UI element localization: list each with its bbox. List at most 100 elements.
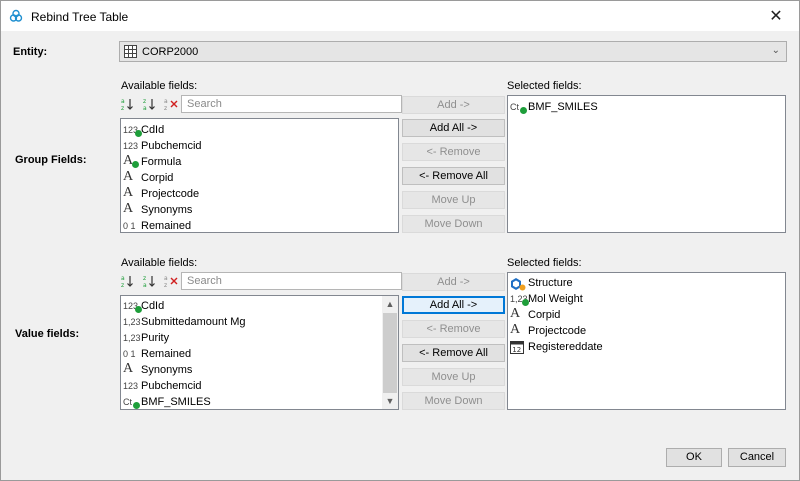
value-available-list[interactable]: 123 CdId 1,23 Submittedamount Mg 1,23 Pu… bbox=[120, 295, 399, 410]
numeric-icon: 123 bbox=[123, 141, 139, 151]
list-item[interactable]: 123 Pubchemcid bbox=[123, 138, 386, 154]
value-remove-button[interactable]: <- Remove bbox=[402, 320, 505, 338]
scroll-down-icon[interactable]: ▼ bbox=[382, 393, 398, 409]
svg-text:z: z bbox=[164, 105, 167, 111]
group-available-list[interactable]: 123 CdId 123 Pubchemcid A Formula A Corp… bbox=[120, 118, 399, 233]
boolean-icon: 0 1 bbox=[123, 221, 136, 231]
list-item[interactable]: Ct BMF_SMILES bbox=[510, 99, 773, 115]
entity-label: Entity: bbox=[13, 46, 48, 58]
list-item[interactable]: A Projectcode bbox=[123, 185, 386, 202]
sort-ascending-icon[interactable]: a z bbox=[121, 274, 135, 288]
value-move-down-button[interactable]: Move Down bbox=[402, 392, 505, 410]
group-add-button[interactable]: Add -> bbox=[402, 96, 505, 114]
entity-select[interactable]: CORP2000 ⌄ bbox=[119, 41, 787, 62]
group-move-down-button[interactable]: Move Down bbox=[402, 215, 505, 233]
close-button[interactable]: ✕ bbox=[753, 1, 799, 31]
text-icon: A bbox=[123, 169, 134, 184]
value-selected-list[interactable]: Structure 1,23 Mol Weight A Corpid A Pro… bbox=[507, 272, 786, 410]
list-item[interactable]: 1,23 Mol Weight bbox=[510, 291, 773, 307]
title-bar: Rebind Tree Table ✕ bbox=[1, 1, 799, 31]
ok-button[interactable]: OK bbox=[666, 448, 722, 467]
sort-descending-icon[interactable]: z a bbox=[143, 274, 157, 288]
scroll-thumb[interactable] bbox=[383, 313, 397, 393]
table-grid-icon bbox=[124, 45, 137, 58]
boolean-icon: 0 1 bbox=[123, 349, 136, 359]
list-item[interactable]: A Projectcode bbox=[510, 322, 773, 339]
cancel-button[interactable]: Cancel bbox=[728, 448, 786, 467]
svg-text:12: 12 bbox=[512, 346, 521, 354]
value-search-input[interactable] bbox=[181, 272, 402, 290]
text-icon: A bbox=[510, 306, 521, 321]
close-icon: ✕ bbox=[769, 8, 783, 25]
list-item[interactable]: A Formula bbox=[123, 153, 386, 170]
app-logo-icon bbox=[9, 9, 23, 22]
list-item[interactable]: A Corpid bbox=[510, 306, 773, 323]
chevron-down-icon: ⌄ bbox=[771, 45, 780, 56]
numeric-key-icon: 123 bbox=[123, 125, 142, 137]
svg-text:a: a bbox=[121, 98, 125, 105]
svg-text:a: a bbox=[164, 275, 168, 282]
sort-descending-icon[interactable]: z a bbox=[143, 97, 157, 111]
numeric-icon: 123 bbox=[123, 381, 139, 391]
clear-sort-icon[interactable]: a z bbox=[164, 97, 178, 111]
svg-text:z: z bbox=[121, 105, 124, 111]
chemterm-key-icon: Ct bbox=[123, 397, 141, 409]
decimal-key-icon: 1,23 bbox=[510, 294, 529, 306]
value-add-button[interactable]: Add -> bbox=[402, 273, 505, 291]
text-icon: A bbox=[123, 201, 134, 216]
date-icon: 12 bbox=[510, 339, 528, 355]
value-available-label: Available fields: bbox=[121, 257, 198, 269]
clear-sort-icon[interactable]: a z bbox=[164, 274, 178, 288]
group-search-input[interactable] bbox=[181, 95, 402, 113]
svg-text:z: z bbox=[143, 98, 146, 105]
group-remove-all-button[interactable]: <- Remove All bbox=[402, 167, 505, 185]
group-selected-list[interactable]: Ct BMF_SMILES bbox=[507, 95, 786, 233]
decimal-icon: 1,23 bbox=[123, 333, 141, 343]
svg-text:z: z bbox=[121, 282, 124, 288]
list-item[interactable]: 123 CdId bbox=[123, 122, 386, 138]
entity-value: CORP2000 bbox=[142, 46, 199, 58]
text-icon: A bbox=[123, 185, 134, 200]
value-toolbar: a z z a a z bbox=[121, 272, 402, 290]
svg-text:a: a bbox=[121, 275, 125, 282]
sort-ascending-icon[interactable]: a z bbox=[121, 97, 135, 111]
svg-text:a: a bbox=[143, 105, 147, 111]
scroll-up-icon[interactable]: ▲ bbox=[382, 296, 398, 312]
group-fields-label: Group Fields: bbox=[15, 154, 87, 166]
text-icon: A bbox=[123, 361, 134, 376]
text-icon: A bbox=[510, 322, 521, 337]
group-add-all-button[interactable]: Add All -> bbox=[402, 119, 505, 137]
list-item[interactable]: Ct BMF_SMILES bbox=[123, 394, 378, 409]
group-move-up-button[interactable]: Move Up bbox=[402, 191, 505, 209]
list-item[interactable]: 123 CdId bbox=[123, 298, 378, 314]
list-item[interactable]: 12 Registereddate bbox=[510, 339, 773, 355]
list-item[interactable]: 1,23 Submittedamount Mg bbox=[123, 314, 378, 330]
group-selected-label: Selected fields: bbox=[507, 80, 582, 92]
value-add-all-button[interactable]: Add All -> bbox=[402, 296, 505, 314]
decimal-icon: 1,23 bbox=[123, 317, 141, 327]
svg-text:z: z bbox=[164, 282, 167, 288]
svg-text:a: a bbox=[164, 98, 168, 105]
list-item[interactable]: 0 1 Remained bbox=[123, 346, 378, 362]
list-item[interactable]: A Synonyms bbox=[123, 361, 378, 378]
value-move-up-button[interactable]: Move Up bbox=[402, 368, 505, 386]
list-item[interactable]: 0 1 Remained bbox=[123, 218, 386, 232]
list-item[interactable]: 123 Pubchemcid bbox=[123, 378, 378, 394]
list-item[interactable]: A Synonyms bbox=[123, 201, 386, 218]
chemterm-key-icon: Ct bbox=[510, 102, 528, 114]
group-toolbar: a z z a a z bbox=[121, 95, 402, 113]
svg-text:z: z bbox=[143, 275, 146, 282]
list-item[interactable]: A Corpid bbox=[123, 169, 386, 186]
value-selected-label: Selected fields: bbox=[507, 257, 582, 269]
list-item[interactable]: 1,23 Purity bbox=[123, 330, 378, 346]
numeric-key-icon: 123 bbox=[123, 301, 142, 313]
group-remove-button[interactable]: <- Remove bbox=[402, 143, 505, 161]
svg-text:a: a bbox=[143, 282, 147, 288]
value-fields-label: Value fields: bbox=[15, 328, 80, 340]
value-remove-all-button[interactable]: <- Remove All bbox=[402, 344, 505, 362]
group-available-label: Available fields: bbox=[121, 80, 198, 92]
list-item[interactable]: Structure bbox=[510, 275, 773, 291]
structure-icon bbox=[510, 275, 528, 291]
text-key-icon: A bbox=[123, 153, 141, 169]
value-list-scrollbar[interactable]: ▲ ▼ bbox=[382, 296, 398, 409]
